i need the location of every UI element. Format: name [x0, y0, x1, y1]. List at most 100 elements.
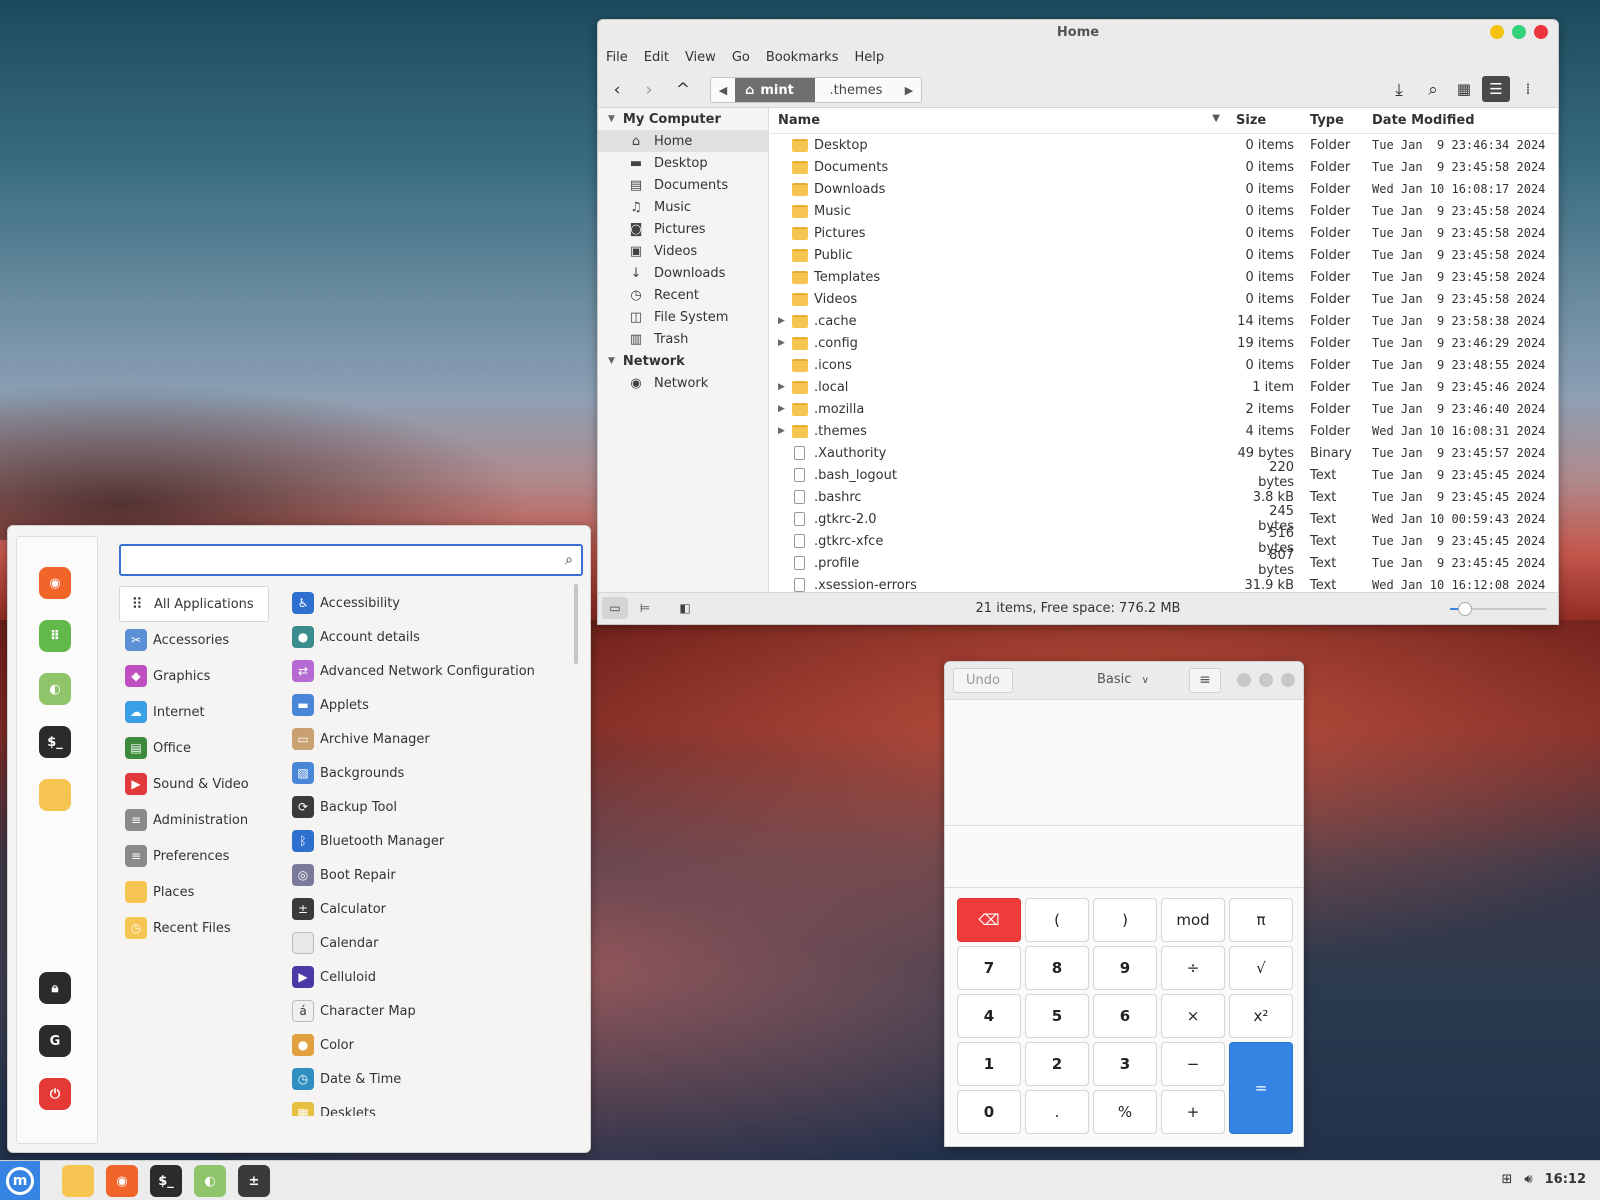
icon-view-button[interactable]: ▦: [1450, 76, 1478, 102]
sidebar-item-pictures[interactable]: ◙ Pictures: [598, 218, 768, 240]
three-key[interactable]: 3: [1093, 1042, 1157, 1086]
app-item[interactable]: ◎ Boot Repair: [292, 858, 577, 892]
path-left-arrow-icon[interactable]: ◀: [711, 78, 735, 102]
app-item[interactable]: ± Calculator: [292, 892, 577, 926]
minus-key[interactable]: −: [1161, 1042, 1225, 1086]
category-internet[interactable]: ☁ Internet: [119, 694, 269, 730]
sidebar-item-desktop[interactable]: ▬ Desktop: [598, 152, 768, 174]
menu-file[interactable]: File: [606, 46, 636, 70]
percent-key[interactable]: %: [1093, 1090, 1157, 1134]
calculator-entry[interactable]: [945, 826, 1303, 888]
table-row[interactable]: Music 0 items Folder Tue Jan 9 23:45:58 202…: [770, 200, 1558, 222]
taskbar-firefox-icon[interactable]: ◉: [106, 1165, 138, 1197]
category-administration[interactable]: ≡ Administration: [119, 802, 269, 838]
table-row[interactable]: Documents 0 items Folder Tue Jan 9 23:45:58…: [770, 156, 1558, 178]
file-manager-titlebar[interactable]: Home: [598, 20, 1558, 46]
up-icon[interactable]: ^: [672, 79, 694, 101]
volume-tray-icon[interactable]: 🔊︎: [1524, 1172, 1532, 1187]
menu-help[interactable]: Help: [854, 46, 892, 70]
app-item[interactable]: á Character Map: [292, 994, 577, 1028]
menu-edit[interactable]: Edit: [644, 46, 677, 70]
four-key[interactable]: 4: [957, 994, 1021, 1038]
backspace-key[interactable]: ⌫: [957, 898, 1021, 942]
taskbar-settings-icon[interactable]: ◐: [194, 1165, 226, 1197]
expander-icon[interactable]: ▶: [778, 426, 792, 436]
seven-key[interactable]: 7: [957, 946, 1021, 990]
mode-selector[interactable]: Basic ∨: [1097, 672, 1149, 687]
sidebar-item-music[interactable]: ♫ Music: [598, 196, 768, 218]
sidebar-item-recent[interactable]: ◷ Recent: [598, 284, 768, 306]
table-row[interactable]: Templates 0 items Folder Tue Jan 9 23:45:58…: [770, 266, 1558, 288]
mod-key[interactable]: mod: [1161, 898, 1225, 942]
plus-key[interactable]: +: [1161, 1090, 1225, 1134]
sidebar-section-header[interactable]: ▼ My Computer: [598, 108, 768, 130]
menu-bookmarks[interactable]: Bookmarks: [766, 46, 847, 70]
app-item[interactable]: ▬ Applets: [292, 688, 577, 722]
files-icon[interactable]: [39, 779, 71, 811]
logout-icon[interactable]: G: [39, 1025, 71, 1057]
equals-key[interactable]: =: [1229, 1042, 1293, 1134]
forward-icon[interactable]: ›: [638, 79, 660, 101]
menu-button[interactable]: ≡: [1189, 668, 1221, 693]
table-row[interactable]: .Xauthority 49 bytes Binary Tue Jan 9 23:45…: [770, 442, 1558, 464]
close-paren-key[interactable]: ): [1093, 898, 1157, 942]
table-row[interactable]: Videos 0 items Folder Tue Jan 9 23:45:58 20…: [770, 288, 1558, 310]
menu-search-input[interactable]: [121, 546, 541, 574]
back-icon[interactable]: ‹: [606, 79, 628, 101]
sidebar-section-header[interactable]: ▼ Network: [598, 350, 768, 372]
table-row[interactable]: .profile 807 bytes Text Tue Jan 9 23:45:45 …: [770, 548, 1558, 578]
taskbar-calculator-icon[interactable]: ±: [238, 1165, 270, 1197]
date-column-header[interactable]: Date Modified: [1366, 113, 1475, 128]
nine-key[interactable]: 9: [1093, 946, 1157, 990]
pi-key[interactable]: π: [1229, 898, 1293, 942]
app-item[interactable]: ▨ Backgrounds: [292, 756, 577, 790]
path-right-arrow-icon[interactable]: ▶: [897, 78, 921, 102]
expander-icon[interactable]: ▶: [778, 316, 792, 326]
app-item[interactable]: ▭ Archive Manager: [292, 722, 577, 756]
table-row[interactable]: ▶ .local 1 item Folder Tue Jan 9 23:45:46 20…: [770, 376, 1558, 398]
app-item[interactable]: Calendar: [292, 926, 577, 960]
sidebar-item-documents[interactable]: ▤ Documents: [598, 174, 768, 196]
settings-icon[interactable]: ◐: [39, 673, 71, 705]
open-paren-key[interactable]: (: [1025, 898, 1089, 942]
expander-icon[interactable]: ▶: [778, 338, 792, 348]
app-item[interactable]: ⇄ Advanced Network Configuration: [292, 654, 577, 688]
open-terminal-icon[interactable]: ⤓: [1388, 79, 1410, 101]
search-box[interactable]: ⌕: [119, 544, 583, 576]
app-item[interactable]: ▦ Desklets: [292, 1096, 577, 1116]
sidebar-item-downloads[interactable]: ↓ Downloads: [598, 262, 768, 284]
zoom-slider-handle[interactable]: [1458, 602, 1472, 616]
menu-go[interactable]: Go: [732, 46, 758, 70]
table-row[interactable]: ▶ .cache 14 items Folder Tue Jan 9 23:58:38 …: [770, 310, 1558, 332]
five-key[interactable]: 5: [1025, 994, 1089, 1038]
app-item[interactable]: ● Account details: [292, 620, 577, 654]
undo-button[interactable]: Undo: [953, 668, 1013, 693]
power-icon[interactable]: ⏻: [39, 1078, 71, 1110]
taskbar-terminal-icon[interactable]: $_: [150, 1165, 182, 1197]
table-row[interactable]: .icons 0 items Folder Tue Jan 9 23:48:55 20…: [770, 354, 1558, 376]
sidebar-item-videos[interactable]: ▣ Videos: [598, 240, 768, 262]
minimize-button[interactable]: [1490, 25, 1504, 39]
one-key[interactable]: 1: [957, 1042, 1021, 1086]
square-key[interactable]: x²: [1229, 994, 1293, 1038]
sidebar-item-home[interactable]: ⌂ Home: [598, 130, 768, 152]
calc-minimize-button[interactable]: [1237, 673, 1251, 687]
app-item[interactable]: ♿ Accessibility: [292, 586, 577, 620]
table-row[interactable]: Public 0 items Folder Tue Jan 9 23:45:58 20…: [770, 244, 1558, 266]
calc-close-button[interactable]: [1281, 673, 1295, 687]
path-home-button[interactable]: ⌂ mint: [735, 78, 815, 102]
path-themes-button[interactable]: .themes: [815, 78, 897, 102]
category-recent-files[interactable]: ◷ Recent Files: [119, 910, 269, 946]
eight-key[interactable]: 8: [1025, 946, 1089, 990]
sidebar-item-network[interactable]: ◉ Network: [598, 372, 768, 394]
calc-maximize-button[interactable]: [1259, 673, 1273, 687]
table-row[interactable]: ▶ .mozilla 2 items Folder Tue Jan 9 23:46:40…: [770, 398, 1558, 420]
maximize-button[interactable]: [1512, 25, 1526, 39]
app-item[interactable]: ⟳ Backup Tool: [292, 790, 577, 824]
category-preferences[interactable]: ≡ Preferences: [119, 838, 269, 874]
divide-key[interactable]: ÷: [1161, 946, 1225, 990]
compact-view-button[interactable]: ⁞: [1514, 76, 1542, 102]
sqrt-key[interactable]: √: [1229, 946, 1293, 990]
name-column-header[interactable]: Name ▼: [770, 113, 1230, 128]
app-item[interactable]: ▶ Celluloid: [292, 960, 577, 994]
